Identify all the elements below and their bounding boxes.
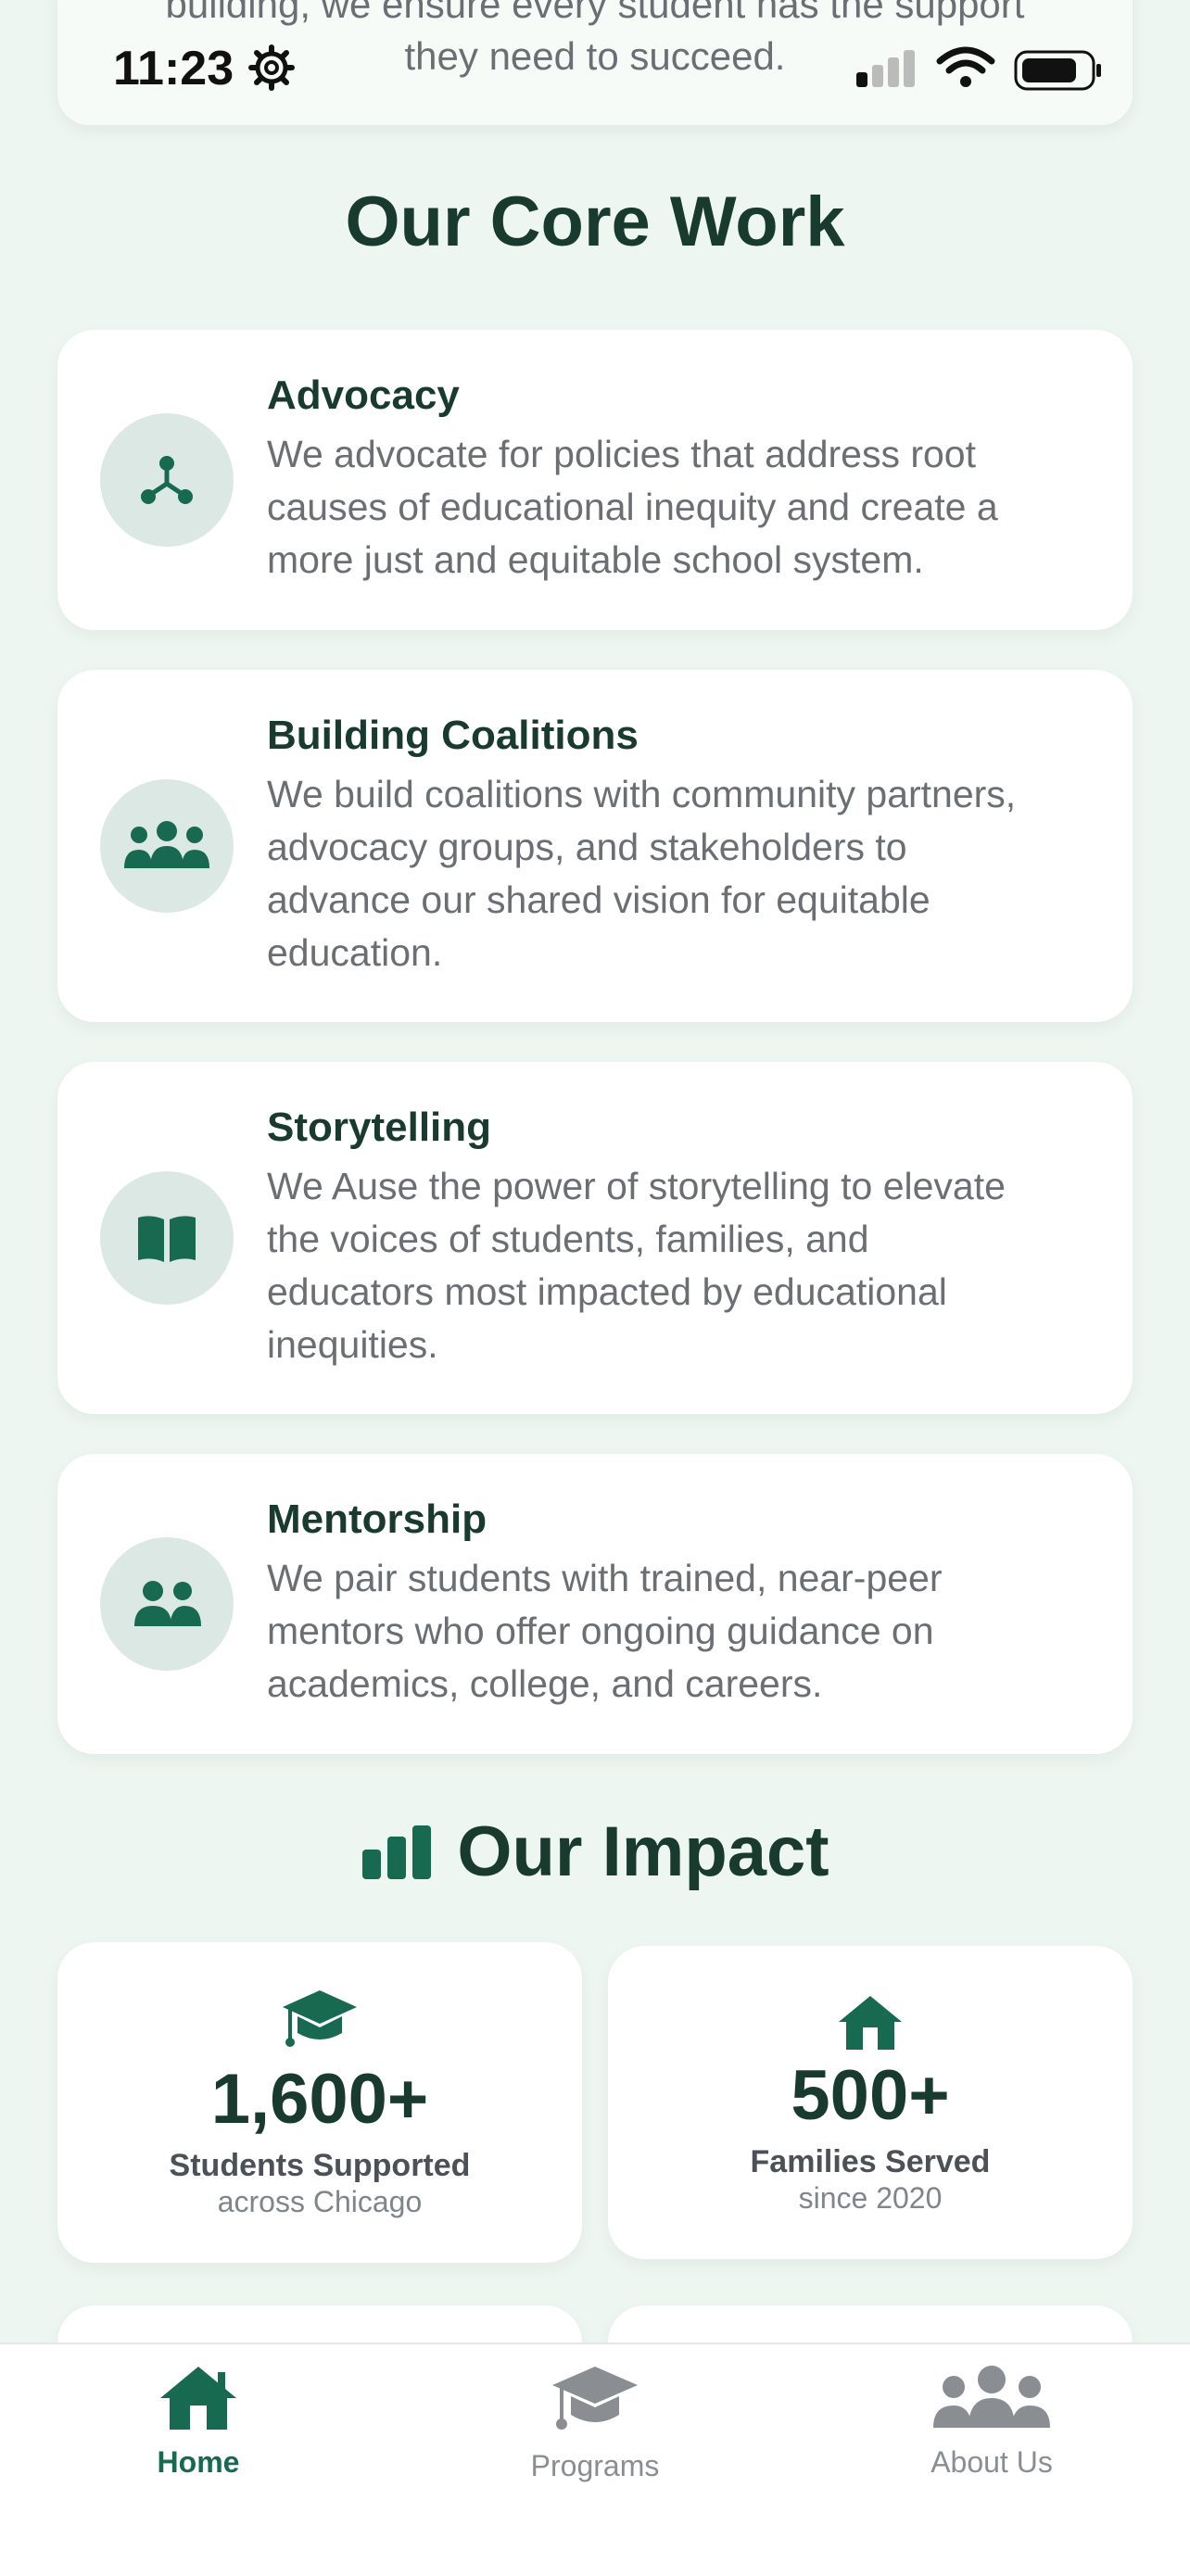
card-description: We pair students with trained, near-peer… (267, 1552, 1101, 1711)
cellular-signal-icon (856, 50, 915, 87)
home-icon (160, 2367, 236, 2430)
desc-line: the voices of students, families, and (267, 1218, 869, 1260)
desc-line: education. (267, 931, 443, 974)
core-card-mentorship[interactable]: Mentorship We pair students with trained… (57, 1454, 1133, 1754)
desc-line: advance our shared vision for equitable (267, 878, 930, 921)
wifi-icon (936, 46, 995, 87)
desc-line: mentors who offer ongoing guidance on (267, 1610, 934, 1652)
gear-icon (248, 44, 295, 91)
impact-title: Our Impact (0, 1812, 1190, 1892)
desc-line: advocacy groups, and stakeholders to (267, 826, 907, 868)
card-title: Storytelling (267, 1105, 492, 1150)
stat-sub: since 2020 (798, 2181, 943, 2215)
stat-label: Students Supported (169, 2148, 471, 2183)
card-description: We advocate for policies that address ro… (267, 428, 1101, 587)
stat-number: 1,600+ (210, 2060, 429, 2139)
graduation-cap-icon (552, 2367, 638, 2430)
card-title: Advocacy (267, 373, 460, 418)
stat-card-students: 1,600+ Students Supported across Chicago (57, 1942, 582, 2263)
card-title: Mentorship (267, 1496, 487, 1542)
core-work-title: Our Core Work (345, 183, 845, 261)
tab-label: About Us (930, 2445, 1053, 2479)
desc-line: academics, college, and careers. (267, 1662, 823, 1705)
intro-text-line1: building, we ensure every student has th… (165, 0, 1025, 26)
card-description: We build coalitions with community partn… (267, 768, 1101, 979)
desc-line: causes of educational inequity and creat… (267, 486, 998, 528)
core-card-building-coalitions[interactable]: Building Coalitions We build coalitions … (57, 670, 1133, 1022)
desc-line: more just and equitable school system. (267, 538, 924, 581)
stat-number: 500+ (791, 2056, 950, 2135)
users-icon (933, 2366, 1050, 2428)
tab-label: Home (157, 2445, 240, 2479)
tab-about-us[interactable]: About Us (853, 2363, 1131, 2480)
core-card-advocacy[interactable]: Advocacy We advocate for policies that a… (57, 330, 1133, 630)
people-group-icon-wrap (100, 779, 234, 913)
tab-programs[interactable]: Programs (456, 2363, 734, 2483)
book-open-icon-wrap (100, 1171, 234, 1305)
graduation-cap-icon (283, 1990, 357, 2047)
status-time: 11:23 (113, 42, 234, 95)
battery-icon (1014, 50, 1101, 91)
desc-line: inequities. (267, 1323, 438, 1366)
core-card-storytelling[interactable]: Storytelling We Ause the power of storyt… (57, 1062, 1133, 1414)
house-icon (839, 1996, 902, 2050)
desc-line: We pair students with trained, near-peer (267, 1557, 943, 1599)
network-icon (141, 456, 193, 504)
desc-line: educators most impacted by educational (267, 1270, 947, 1313)
desc-line: We Ause the power of storytelling to ele… (267, 1165, 1006, 1207)
impact-title-text: Our Impact (457, 1812, 829, 1891)
book-open-icon (138, 1216, 196, 1262)
user-pair-icon-wrap (100, 1537, 234, 1671)
desc-line: We advocate for policies that address ro… (267, 433, 976, 475)
bar-chart-icon (362, 1825, 432, 1879)
stat-sub: across Chicago (217, 2185, 423, 2218)
stat-label: Families Served (750, 2144, 991, 2179)
network-icon-wrap (100, 413, 234, 547)
stat-card-families: 500+ Families Served since 2020 (608, 1946, 1133, 2259)
tab-label: Programs (530, 2449, 660, 2482)
people-group-icon (124, 821, 209, 868)
status-bar: 11:23 (0, 33, 1190, 107)
bottom-tab-bar: Home Programs About Us (0, 2342, 1190, 2576)
card-title: Building Coalitions (267, 713, 639, 758)
card-description: We Ause the power of storytelling to ele… (267, 1160, 1101, 1371)
desc-line: We build coalitions with community partn… (267, 773, 1017, 815)
user-pair-icon (134, 1581, 201, 1626)
tab-home[interactable]: Home (59, 2363, 337, 2480)
